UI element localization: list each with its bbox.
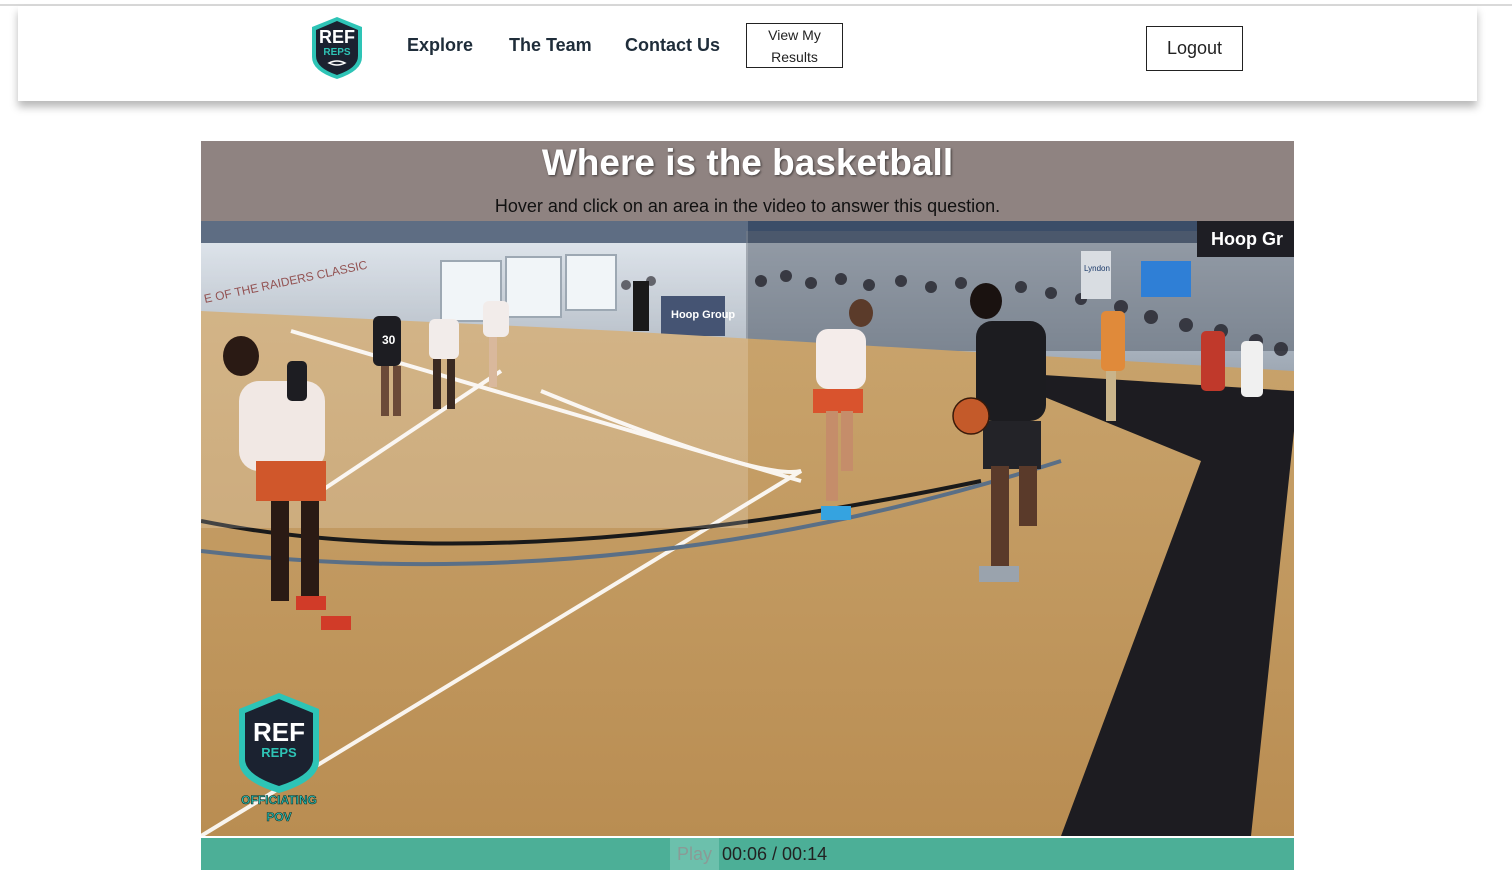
- logo-text-bottom: REPS: [323, 47, 351, 58]
- video-time: 00:06 / 00:14: [722, 844, 828, 864]
- tv-screen: [1141, 261, 1191, 297]
- navbar: REF REPS Explore The Team Contact Us Vie…: [18, 6, 1477, 101]
- view-my-results-button[interactable]: View My Results: [746, 23, 843, 68]
- jersey-number: 30: [382, 333, 396, 347]
- nav-the-team-link[interactable]: The Team: [509, 35, 592, 56]
- video-controls: Play 00:06 / 00:14: [201, 838, 1294, 870]
- ref-reps-logo[interactable]: REF REPS: [309, 15, 365, 81]
- question-panel: Where is the basketball Hover and click …: [201, 141, 1294, 221]
- logout-button[interactable]: Logout: [1146, 26, 1243, 71]
- sponsor-sign: [1081, 251, 1111, 299]
- results-button-line1: View My: [768, 27, 821, 43]
- basketball: [952, 397, 990, 435]
- question-instruction: Hover and click on an area in the video …: [494, 196, 1001, 216]
- watermark-line2: POV: [266, 810, 291, 824]
- ref-reps-watermark: REF REPS OFFICIATING POV: [239, 693, 319, 824]
- watermark-top: REF: [253, 717, 305, 747]
- play-button[interactable]: Play: [670, 838, 719, 870]
- sponsor-sign-text: Lyndon: [1084, 264, 1110, 273]
- video-player[interactable]: E OF THE RAIDERS CLASSIC Hoop Gr Lyndon …: [201, 221, 1294, 836]
- watermark-line1: OFFICIATING: [241, 793, 317, 807]
- video-frame[interactable]: E OF THE RAIDERS CLASSIC Hoop Gr Lyndon …: [201, 221, 1294, 836]
- watermark-middle: REPS: [261, 745, 297, 760]
- nav-contact-us-link[interactable]: Contact Us: [625, 35, 720, 56]
- nav-explore-link[interactable]: Explore: [407, 35, 473, 56]
- logo-text-top: REF: [319, 27, 355, 47]
- hoop-group-banner-text: Hoop Gr: [1211, 229, 1283, 249]
- question-title: Where is the basketball: [541, 142, 954, 183]
- results-button-line2: Results: [771, 49, 818, 65]
